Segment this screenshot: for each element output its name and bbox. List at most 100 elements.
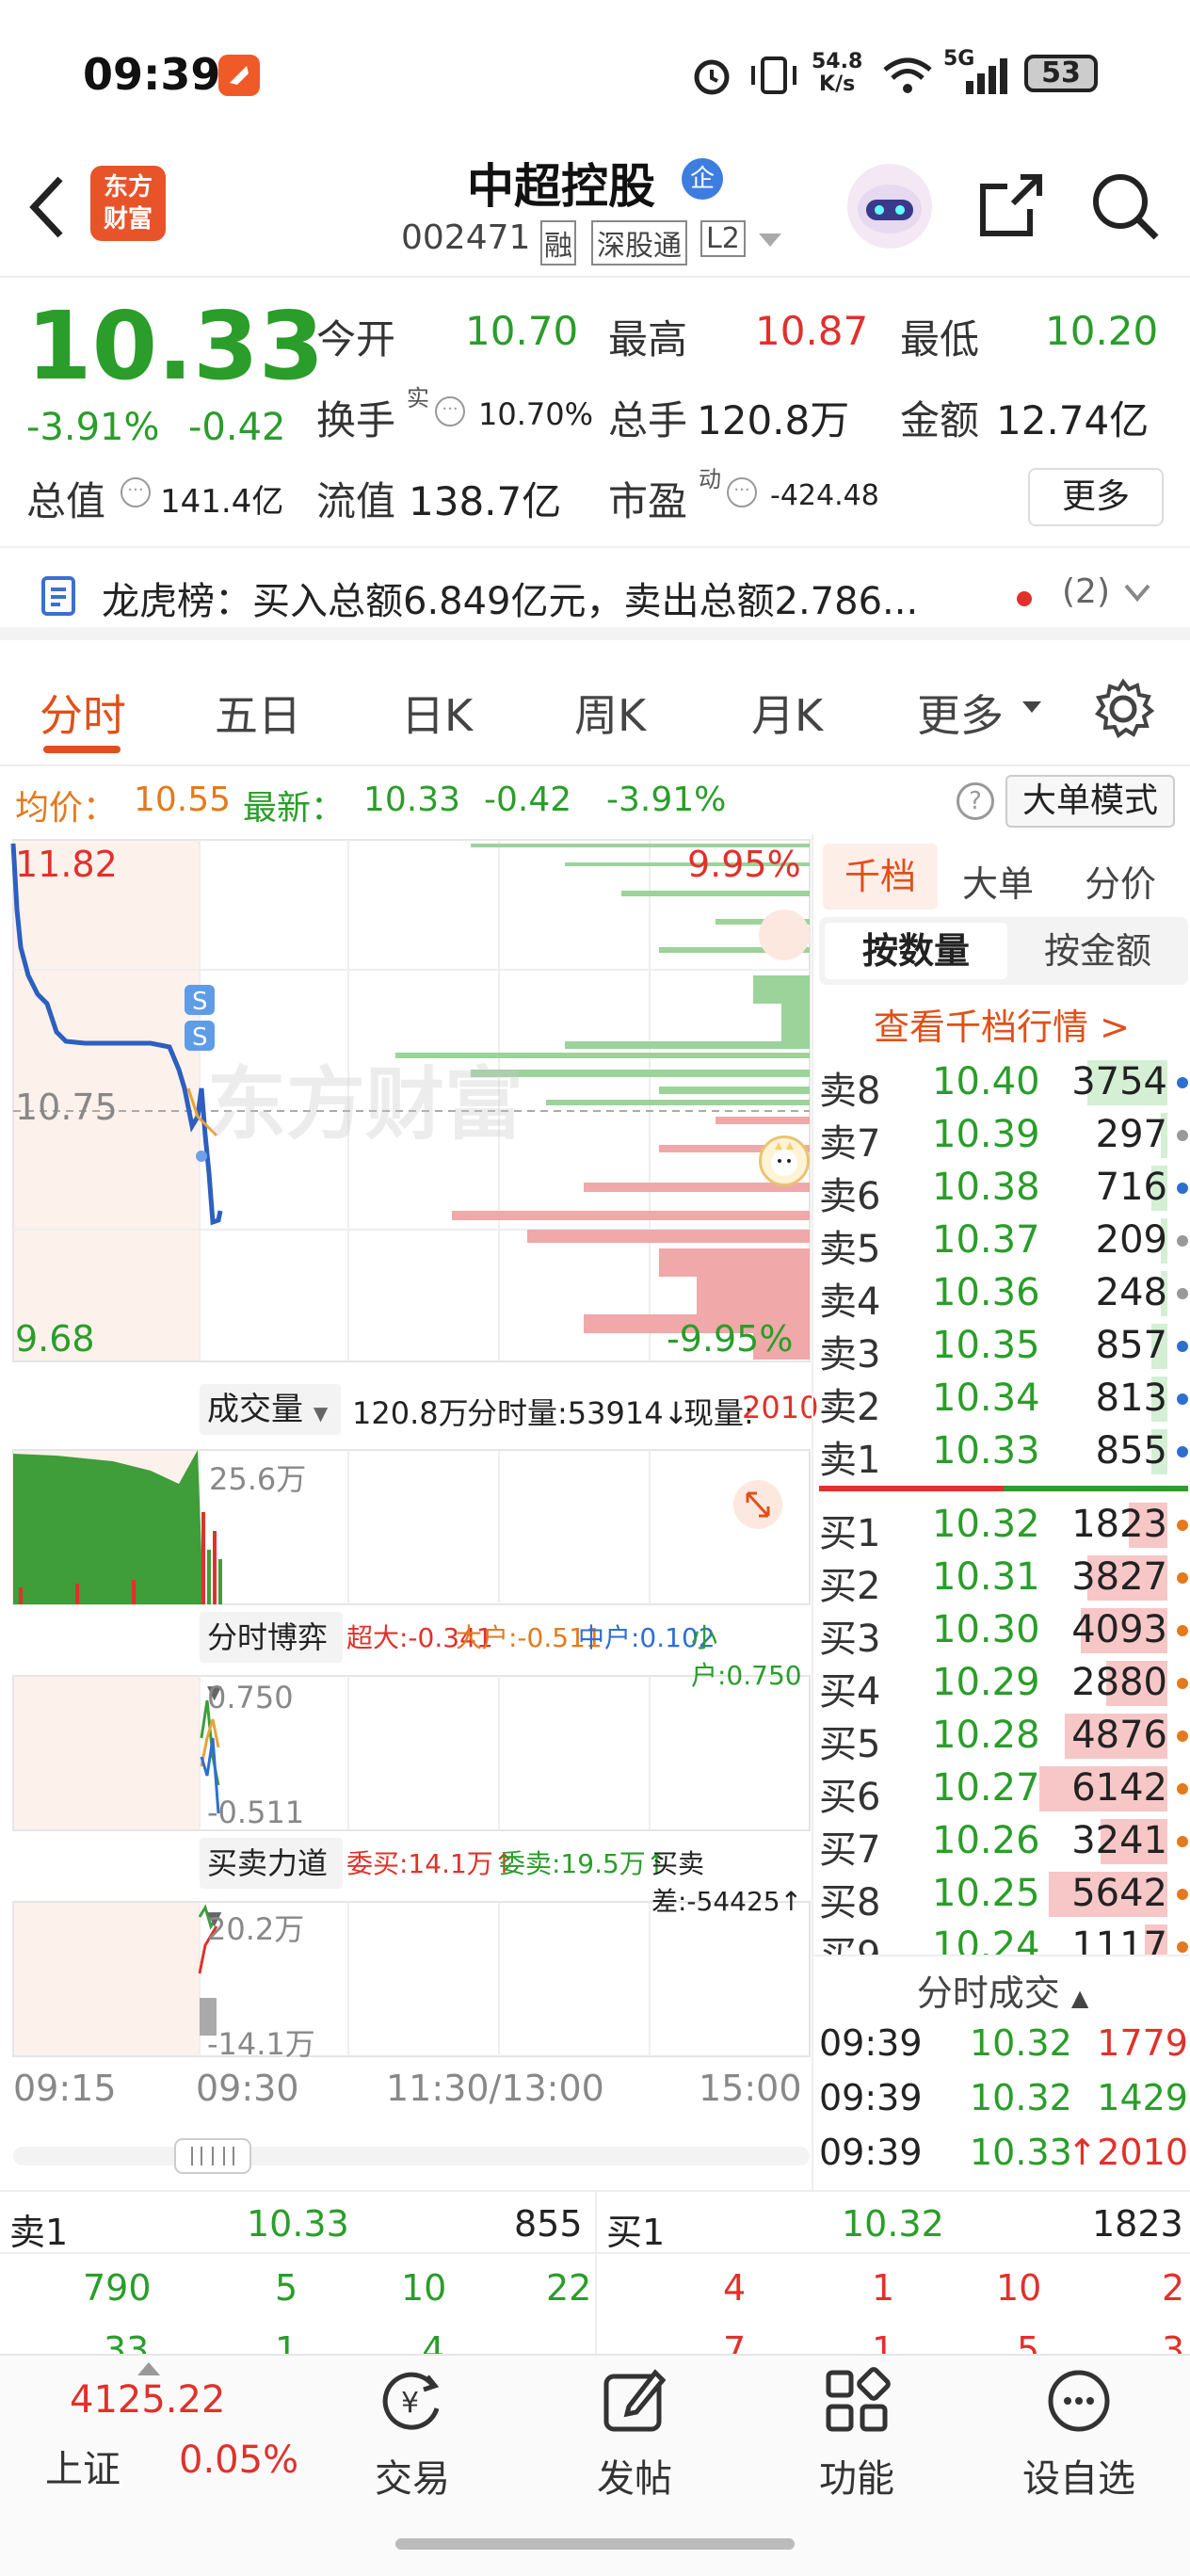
info-icon[interactable]: ··· — [121, 477, 151, 507]
ask-label: 卖5 — [819, 1228, 881, 1271]
book-divider — [819, 1486, 1188, 1491]
info-icon[interactable]: ··· — [435, 396, 465, 427]
ask-status-dot — [1177, 1288, 1188, 1299]
search-icon[interactable] — [1088, 169, 1164, 249]
left-cell: 22 — [546, 2267, 592, 2309]
dragon-tiger-banner[interactable]: 龙虎榜：买入总额6.849亿元，卖出总额2.786... (2) — [0, 546, 1190, 640]
bid-row[interactable]: 买8 10.25 5642 — [819, 1868, 1188, 1924]
app-notification-icon — [218, 55, 260, 96]
tab-intraday[interactable]: 分时 — [40, 682, 126, 744]
latest-value: 10.33 — [363, 781, 461, 819]
nav-watchlist[interactable]: 设自选 — [985, 2363, 1173, 2503]
bid-label: 买7 — [819, 1828, 881, 1872]
tab-depth-1000[interactable]: 千档 — [823, 844, 938, 910]
change-pct: -3.91% — [26, 406, 160, 449]
bid-row[interactable]: 买5 10.28 4876 — [819, 1710, 1188, 1766]
tab-more[interactable]: 更多 — [917, 682, 1004, 744]
signal-icon — [943, 53, 1009, 102]
chart-badge-icon[interactable] — [759, 910, 810, 960]
bid-row[interactable]: 买6 10.27 6142 — [819, 1763, 1188, 1819]
ask-row[interactable]: 卖6 10.38 716 — [819, 1162, 1188, 1218]
subtab-by-amount[interactable]: 按金额 — [1011, 923, 1184, 979]
status-bar: 09:39 54.8 K/s 5G 53 — [0, 0, 1190, 141]
bid-label: 买3 — [819, 1618, 881, 1661]
share-icon[interactable] — [975, 169, 1047, 245]
bid-price: 10.30 — [932, 1608, 1040, 1651]
tab-monthly-k[interactable]: 月K — [751, 682, 823, 744]
index-change[interactable]: 0.05% — [179, 2439, 298, 2482]
net-speed: 54.8 K/s — [812, 50, 863, 96]
volume-indicator-select[interactable]: 成交量 ▼ — [200, 1384, 341, 1435]
bid-vol: 4093 — [1071, 1608, 1167, 1651]
trades-header[interactable]: 分时成交 ▲ — [813, 1955, 1190, 2014]
big-order-mode-button[interactable]: 大单模式 — [1005, 775, 1175, 828]
ask-row[interactable]: 卖1 10.33 855 — [819, 1425, 1188, 1482]
bid-status-dot — [1177, 1783, 1188, 1795]
trade-price: 10.33 — [970, 2132, 1072, 2173]
low-label: 最低 — [900, 316, 980, 362]
index-value[interactable]: 4125.22 — [70, 2378, 225, 2422]
nav-post[interactable]: 发帖 — [540, 2363, 729, 2503]
bid-row[interactable]: 买2 10.31 3827 — [819, 1552, 1188, 1608]
bid-status-dot — [1177, 1836, 1188, 1847]
settings-icon[interactable] — [1092, 678, 1155, 744]
ask-row[interactable]: 卖5 10.37 209 — [819, 1215, 1188, 1271]
nav-features[interactable]: 功能 — [763, 2363, 951, 2503]
tab-by-price[interactable]: 分价 — [1085, 855, 1156, 907]
sell-marker-letter: S — [192, 1023, 208, 1052]
ask-row[interactable]: 卖2 10.34 813 — [819, 1373, 1188, 1429]
vibrate-icon — [746, 53, 802, 102]
bid-price: 10.29 — [932, 1661, 1040, 1704]
latest-change: -0.42 — [484, 781, 572, 819]
bid-price: 10.28 — [932, 1714, 1040, 1757]
view-depth-link[interactable]: 查看千档行情 > — [874, 998, 1130, 1050]
nav-trade[interactable]: ¥ 交易 — [318, 2363, 507, 2503]
ask-row[interactable]: 卖8 10.40 3754 — [819, 1056, 1188, 1113]
ask-status-dot — [1177, 1393, 1188, 1405]
ask-row[interactable]: 卖7 10.39 297 — [819, 1109, 1188, 1166]
volume-minute: 分时量:53914↓ — [467, 1395, 689, 1431]
bid-row[interactable]: 买1 10.32 1823 — [819, 1499, 1188, 1555]
ask-status-dot — [1177, 1077, 1188, 1088]
game-axis-top: 0.750 — [207, 1680, 294, 1715]
tab-daily-k[interactable]: 日K — [401, 682, 473, 744]
left-head-price: 10.33 — [247, 2203, 349, 2245]
ask-status-dot — [1177, 1235, 1188, 1247]
bid-row[interactable]: 买4 10.29 2880 — [819, 1657, 1188, 1714]
table-divider — [595, 2192, 597, 2361]
chevron-down-icon[interactable] — [1122, 582, 1152, 608]
change-value: -0.42 — [188, 406, 286, 449]
clock: 09:39 — [83, 49, 221, 100]
bid-row[interactable]: 买3 10.30 4093 — [819, 1604, 1188, 1661]
help-icon[interactable]: ? — [957, 782, 994, 820]
current-price: 10.33 — [26, 291, 325, 401]
tab-big-order[interactable]: 大单 — [962, 855, 1034, 907]
open-value: 10.70 — [465, 308, 579, 354]
bid-row[interactable]: 买7 10.26 3241 — [819, 1815, 1188, 1872]
game-indicator-select[interactable]: 分时博弈 ▼ — [200, 1612, 343, 1703]
back-button[interactable] — [23, 169, 70, 249]
assistant-robot-icon[interactable] — [847, 164, 932, 249]
home-indicator[interactable] — [395, 2538, 795, 2550]
intraday-chart[interactable]: S S 11.82 10.75 9.68 9.95% -9.95% 东方财富 成… — [0, 834, 818, 2190]
mascot-avatar-icon[interactable] — [759, 1135, 810, 1186]
more-button[interactable]: 更多 — [1028, 468, 1164, 526]
ask-price: 10.35 — [932, 1324, 1040, 1367]
amount-value: 12.74亿 — [996, 397, 1150, 443]
app-logo: 东方 财富 — [90, 166, 166, 241]
dropdown-icon[interactable] — [757, 232, 783, 254]
volume-value: 120.8万 — [697, 397, 850, 443]
force-indicator-select[interactable]: 买卖力道 ▼ — [200, 1838, 343, 1929]
subtab-by-quantity[interactable]: 按数量 — [825, 923, 1007, 979]
stock-code: 002471 — [401, 218, 531, 257]
ask-row[interactable]: 卖4 10.36 248 — [819, 1267, 1188, 1324]
index-name[interactable]: 上证 — [45, 2439, 121, 2493]
ask-row[interactable]: 卖3 10.35 857 — [819, 1320, 1188, 1377]
info-icon[interactable]: ··· — [727, 477, 757, 507]
right-head-price: 10.32 — [842, 2203, 944, 2245]
l2-tag: L2 — [700, 220, 746, 257]
tab-weekly-k[interactable]: 周K — [574, 682, 646, 744]
trade-time: 09:39 — [819, 2132, 923, 2173]
tab-five-day[interactable]: 五日 — [215, 682, 301, 744]
ask-vol: 297 — [1095, 1113, 1167, 1156]
